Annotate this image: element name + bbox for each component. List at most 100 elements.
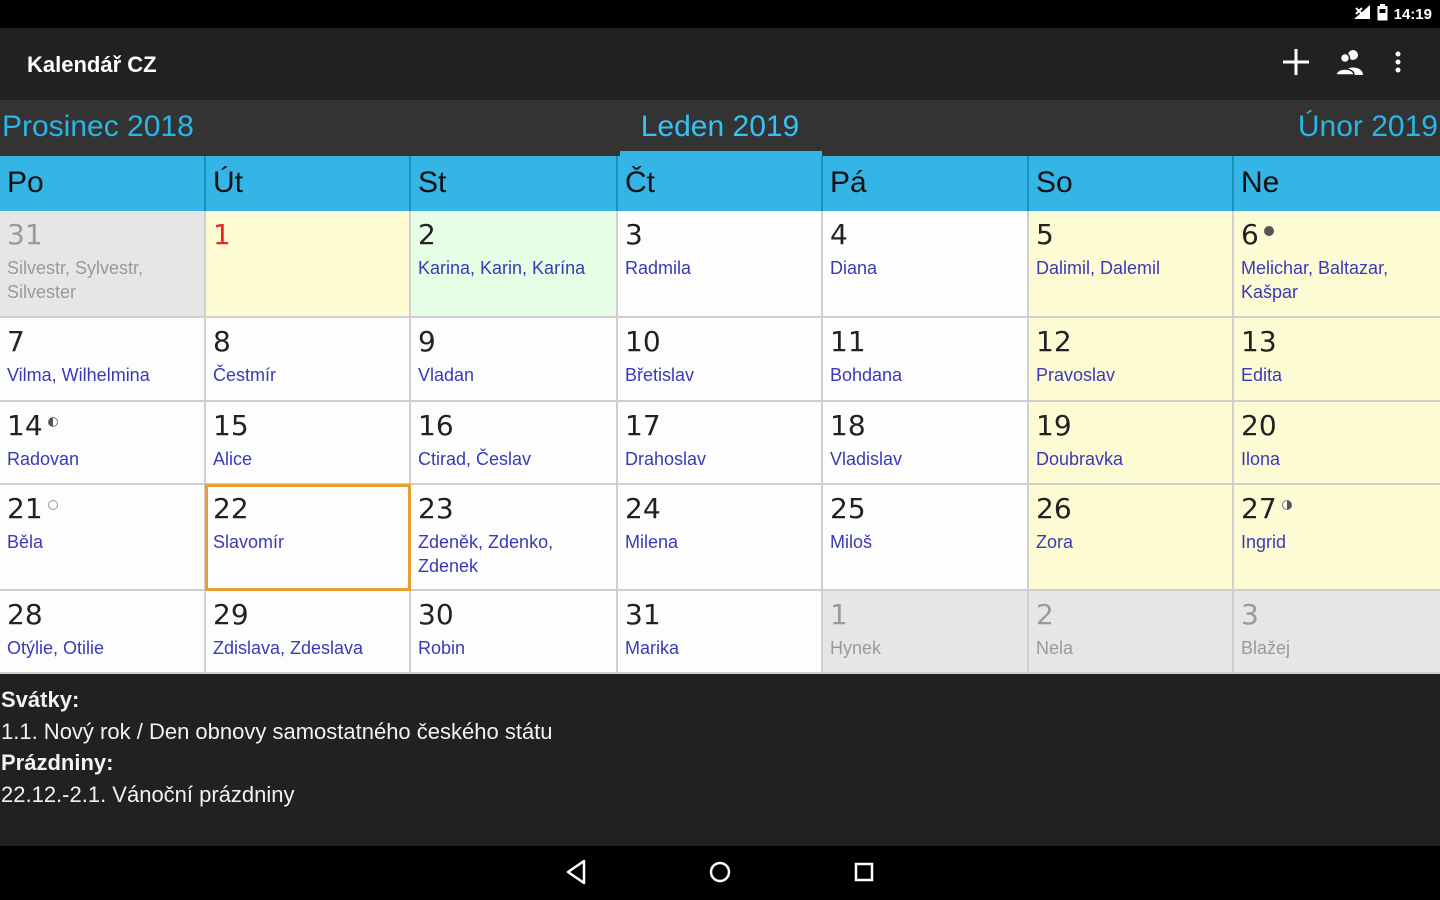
day-number: 22 (213, 492, 249, 525)
day-number: 26 (1036, 492, 1072, 525)
day-number: 3 (1241, 598, 1259, 631)
recents-button[interactable] (848, 858, 880, 890)
holidays-label: Svátky: (1, 687, 80, 712)
calendar-day-cell[interactable]: 9 Vladan (411, 318, 618, 402)
calendar-day-cell[interactable]: 18 Vladislav (823, 402, 1029, 485)
calendar-day-cell[interactable]: 17 Drahoslav (618, 402, 823, 485)
day-number: 4 (830, 218, 848, 251)
nameday-names: Zdislava, Zdeslava (213, 638, 364, 658)
calendar-day-cell[interactable]: 26 Zora (1029, 485, 1234, 591)
calendar-day-cell[interactable]: 16 Ctirad, Česlav (411, 402, 618, 485)
home-icon (708, 860, 732, 888)
calendar-day-cell[interactable]: 1 Hynek (823, 591, 1029, 674)
signal-icon (1353, 4, 1371, 24)
overflow-menu-button[interactable] (1380, 46, 1416, 82)
day-number: 31 (625, 598, 661, 631)
day-number: 25 (830, 492, 866, 525)
app-title: Kalendář CZ (27, 52, 157, 77)
calendar-day-cell[interactable]: 6 Melichar, Baltazar, Kašpar (1234, 211, 1440, 318)
calendar-day-cell[interactable]: 31 Marika (618, 591, 823, 674)
nameday-names: Diana (830, 258, 878, 278)
calendar-day-cell[interactable]: 10 Břetislav (618, 318, 823, 402)
day-number: 2 (418, 218, 436, 251)
nameday-names: Melichar, Baltazar, Kašpar (1241, 258, 1389, 302)
month-tab-next[interactable]: Únor 2019 (1298, 110, 1438, 144)
status-time: 14:19 (1393, 5, 1432, 23)
nameday-names: Drahoslav (625, 449, 707, 469)
calendar-day-cell[interactable]: 31 Silvestr, Sylvestr, Silvester (0, 211, 206, 318)
system-nav-bar (0, 846, 1440, 900)
calendar-day-cell[interactable]: 14 Radovan (0, 402, 206, 485)
back-button[interactable] (560, 858, 592, 890)
nameday-names: Radmila (625, 258, 692, 278)
app-bar: Kalendář CZ (0, 28, 1440, 100)
day-number: 14 (7, 409, 43, 442)
nameday-names: Otýlie, Otilie (7, 638, 105, 658)
day-number: 15 (213, 409, 249, 442)
calendar-day-cell[interactable]: 2 Nela (1029, 591, 1234, 674)
info-panel: Svátky: 1.1. Nový rok / Den obnovy samos… (0, 674, 1440, 846)
calendar-day-cell[interactable]: 2 Karina, Karin, Karína (411, 211, 618, 318)
calendar-day-cell[interactable]: 29 Zdislava, Zdeslava (206, 591, 411, 674)
nameday-names: Robin (418, 638, 466, 658)
weekday-header-cell: Út (206, 156, 411, 211)
calendar-day-cell[interactable]: 28 Otýlie, Otilie (0, 591, 206, 674)
weekday-header-cell: Čt (618, 156, 823, 211)
home-button[interactable] (704, 858, 736, 890)
day-number: 23 (418, 492, 454, 525)
calendar-day-cell[interactable]: 24 Milena (618, 485, 823, 591)
calendar-day-cell[interactable]: 5 Dalimil, Dalemil (1029, 211, 1234, 318)
calendar-day-cell[interactable]: 23 Zdeněk, Zdenko, Zdenek (411, 485, 618, 591)
calendar-day-cell[interactable]: 30 Robin (411, 591, 618, 674)
nameday-names: Karina, Karin, Karína (418, 258, 586, 278)
contacts-button[interactable] (1332, 46, 1368, 82)
nameday-names: Marika (625, 638, 680, 658)
nameday-names: Čestmír (213, 365, 276, 385)
calendar-day-cell[interactable]: 20 Ilona (1234, 402, 1440, 485)
add-icon (1281, 47, 1311, 81)
nameday-names: Edita (1241, 365, 1283, 385)
month-tab-previous[interactable]: Prosinec 2018 (2, 110, 194, 144)
calendar-day-cell[interactable]: 12 Pravoslav (1029, 318, 1234, 402)
add-event-button[interactable] (1278, 46, 1314, 82)
nameday-names: Nela (1036, 638, 1074, 658)
day-number: 1 (213, 218, 231, 251)
contacts-icon (1335, 47, 1365, 81)
calendar-grid: Po Út St Čt Pá So Ne 31 Silvestr, Sylvestr, Sil… (0, 156, 1440, 674)
vacation-text: 22.12.-2.1. Vánoční prázdniny (1, 781, 295, 807)
calendar-day-cell[interactable]: 7 Vilma, Wilhelmina (0, 318, 206, 402)
calendar-day-cell[interactable]: 3 Blažej (1234, 591, 1440, 674)
calendar-day-cell[interactable]: 27 Ingrid (1234, 485, 1440, 591)
calendar-day-cell[interactable]: 13 Edita (1234, 318, 1440, 402)
holidays-text: 1.1. Nový rok / Den obnovy samostatného … (1, 718, 553, 744)
last-quarter-icon (1281, 496, 1293, 515)
day-number: 31 (7, 218, 43, 251)
weekday-header-cell: So (1029, 156, 1234, 211)
nameday-names: Vladan (418, 365, 475, 385)
day-number: 2 (1036, 598, 1054, 631)
weekday-header: Po Út St Čt Pá So Ne (0, 156, 1440, 211)
calendar-day-cell[interactable]: 25 Miloš (823, 485, 1029, 591)
nameday-names: Bohdana (830, 365, 903, 385)
calendar-day-cell[interactable]: 4 Diana (823, 211, 1029, 318)
day-number: 7 (7, 325, 25, 358)
calendar-day-cell[interactable]: 21 Běla (0, 485, 206, 591)
calendar-day-cell[interactable]: 3 Radmila (618, 211, 823, 318)
weekday-header-cell: Ne (1241, 166, 1280, 199)
nameday-names: Zora (1036, 532, 1074, 552)
nameday-names: Ilona (1241, 449, 1281, 469)
calendar-day-cell[interactable]: 15 Alice (206, 402, 411, 485)
calendar-day-cell[interactable]: 11 Bohdana (823, 318, 1029, 402)
calendar-day-cell[interactable]: 19 Doubravka (1029, 402, 1234, 485)
day-number: 27 (1241, 492, 1277, 525)
month-tab-current[interactable]: Leden 2019 (0, 110, 1440, 144)
calendar-day-cell[interactable]: 1 (206, 211, 411, 318)
calendar-day-cell[interactable]: 8 Čestmír (206, 318, 411, 402)
day-number: 8 (213, 325, 231, 358)
day-number: 18 (830, 409, 866, 442)
full-moon-icon (47, 496, 59, 515)
day-number: 6 (1241, 218, 1259, 251)
calendar-day-cell[interactable]: 22 Slavomír (206, 485, 411, 591)
nameday-names: Ingrid (1241, 532, 1287, 552)
nameday-names: Hynek (830, 638, 882, 658)
